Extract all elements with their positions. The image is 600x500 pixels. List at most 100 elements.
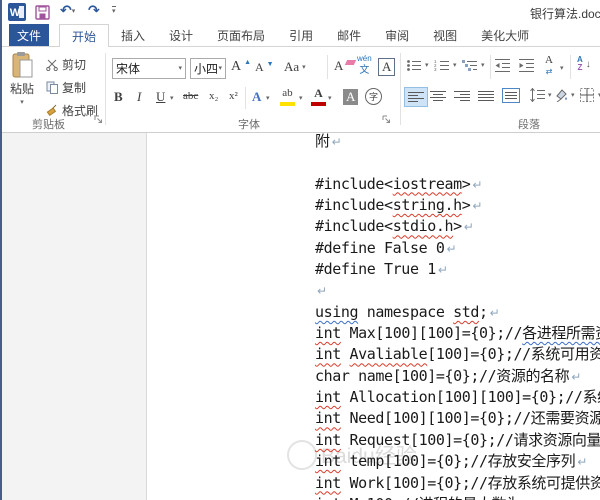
text-effects-dropdown-icon[interactable]: ▾ <box>266 95 270 102</box>
group-divider <box>400 53 401 125</box>
tab-file[interactable]: 文件 <box>9 24 49 46</box>
increase-indent-button[interactable] <box>519 59 535 72</box>
paragraph-mark-icon: ↵ <box>490 306 500 320</box>
spellcheck-flagged-text: string.h <box>393 196 462 214</box>
justify-button[interactable] <box>478 90 494 102</box>
font-color-button[interactable]: A <box>311 87 326 106</box>
highlight-color-bar <box>280 102 295 106</box>
paragraph-mark-icon: ↵ <box>438 263 448 277</box>
spellcheck-flagged-text: int <box>315 431 341 449</box>
save-icon[interactable] <box>35 5 50 20</box>
asian-layout-dropdown-icon[interactable]: ▾ <box>560 65 564 72</box>
undo-dropdown-icon[interactable]: ▾ <box>72 8 76 15</box>
grow-font-button[interactable]: A▲ <box>231 59 251 75</box>
shrink-font-button[interactable]: A▼ <box>255 60 274 75</box>
align-left-button[interactable] <box>404 87 428 107</box>
font-color-dropdown-icon[interactable]: ▾ <box>328 95 332 102</box>
tab-审阅[interactable]: 审阅 <box>373 24 421 46</box>
underline-button[interactable]: U <box>156 89 165 105</box>
grammar-flagged-text: using <box>315 303 358 321</box>
underline-dropdown-icon[interactable]: ▾ <box>170 95 174 102</box>
bold-button[interactable]: B <box>114 89 123 105</box>
superscript-button[interactable]: x² <box>229 90 238 102</box>
tab-插入[interactable]: 插入 <box>109 24 157 46</box>
bullets-button[interactable]: ▾ <box>406 59 429 72</box>
format-painter-label: 格式刷 <box>62 102 98 119</box>
font-name-value: 宋体 <box>116 60 140 77</box>
document-title: 银行算法.docx <box>530 5 600 22</box>
distribute-icon <box>502 88 520 103</box>
tab-开始[interactable]: 开始 <box>59 24 109 47</box>
font-size-combo[interactable]: 小四 ▾ <box>190 58 226 79</box>
highlight-dropdown-icon[interactable]: ▾ <box>299 95 303 102</box>
font-name-dropdown-icon: ▾ <box>178 65 182 72</box>
group-divider <box>105 53 106 125</box>
clipboard-dialog-launcher[interactable] <box>94 115 103 124</box>
multilevel-list-button[interactable]: ▾ <box>462 59 485 72</box>
spellcheck-flagged-text: int <box>315 324 341 342</box>
numbering-button[interactable]: 123 ▾ <box>434 59 457 72</box>
code-line: int temp[100]={0};//存放安全序列↵ <box>315 451 600 472</box>
customize-qat-button[interactable]: ▾ <box>112 6 116 15</box>
text-effects-button[interactable]: A <box>252 89 261 105</box>
code-line: int Avaliable[100]={0};//系统可用资源 <box>315 344 600 365</box>
redo-button[interactable]: ↷ <box>88 3 100 19</box>
font-color-bar <box>311 102 326 106</box>
tab-页面布局[interactable]: 页面布局 <box>205 24 277 46</box>
align-right-icon <box>454 90 470 102</box>
tab-视图[interactable]: 视图 <box>421 24 469 46</box>
spellcheck-flagged-text: Avaliable <box>350 345 428 363</box>
cut-icon <box>46 59 59 71</box>
highlight-button[interactable]: ab <box>280 88 295 106</box>
tab-邮件[interactable]: 邮件 <box>325 24 373 46</box>
paragraph-mark-icon: ↵ <box>464 220 474 234</box>
borders-button[interactable]: ▾ <box>580 88 600 102</box>
distribute-button[interactable] <box>502 88 520 103</box>
tab-设计[interactable]: 设计 <box>157 24 205 46</box>
code-line: #include<string.h>↵ <box>315 195 600 216</box>
title-bar: W ↶ ▾ ↷ ▾ 银行算法.docx <box>2 0 600 24</box>
mini-divider <box>327 55 328 79</box>
shading-button[interactable]: ▾ <box>554 88 575 102</box>
tab-引用[interactable]: 引用 <box>277 24 325 46</box>
code-segment: #include< <box>315 175 393 193</box>
align-center-button[interactable] <box>430 90 446 102</box>
change-case-button[interactable]: Aa ▾ <box>284 59 306 75</box>
character-shading-button[interactable]: A <box>343 89 358 105</box>
code-line: int M=100;//进程的最大数为↵ <box>315 494 600 500</box>
italic-button[interactable]: I <box>137 89 141 105</box>
align-right-button[interactable] <box>454 90 470 102</box>
spellcheck-flagged-text: int <box>315 345 341 363</box>
paste-dropdown-icon[interactable]: ▾ <box>20 99 24 106</box>
paste-button[interactable]: 粘贴 ▾ <box>10 52 34 106</box>
character-border-button[interactable]: A <box>378 58 395 76</box>
multilevel-dropdown-icon: ▾ <box>481 62 485 69</box>
line-spacing-dropdown-icon: ▾ <box>548 92 552 99</box>
justify-icon <box>478 90 494 102</box>
enclose-characters-button[interactable]: 字 <box>365 88 382 105</box>
undo-button[interactable]: ↶ ▾ <box>60 3 75 19</box>
code-line: #define True 1↵ <box>315 259 600 280</box>
tab-美化大师[interactable]: 美化大师 <box>469 24 541 46</box>
code-line <box>315 152 600 173</box>
sort-button[interactable]: A Z ↓ <box>577 56 591 72</box>
code-line: ↵ <box>315 280 600 301</box>
subscript-button[interactable]: x₂ <box>209 90 218 102</box>
code-segment: #define False 0 <box>315 239 444 257</box>
line-spacing-button[interactable]: ▾ <box>530 88 552 102</box>
cut-button[interactable]: 剪切 <box>46 56 86 73</box>
font-name-combo[interactable]: 宋体 ▾ <box>112 58 186 79</box>
line-spacing-icon <box>530 88 545 102</box>
svg-text:3: 3 <box>434 67 437 72</box>
asian-layout-button[interactable]: A ⇄ <box>545 55 553 75</box>
decrease-indent-button[interactable] <box>495 59 511 72</box>
code-segment: char name[100]={0};//资源的名称 <box>315 367 569 385</box>
shading-dropdown-icon: ▾ <box>571 92 575 99</box>
font-size-dropdown-icon: ▾ <box>218 65 222 72</box>
strikethrough-button[interactable]: abc <box>183 90 198 102</box>
code-segment: Allocation[100][100]={0};//系统可 <box>341 388 600 406</box>
clear-formatting-button[interactable]: A <box>334 58 355 74</box>
font-dialog-launcher[interactable] <box>382 115 391 124</box>
phonetic-guide-button[interactable]: wén 文 <box>357 55 372 76</box>
copy-button[interactable]: 复制 <box>46 79 86 96</box>
